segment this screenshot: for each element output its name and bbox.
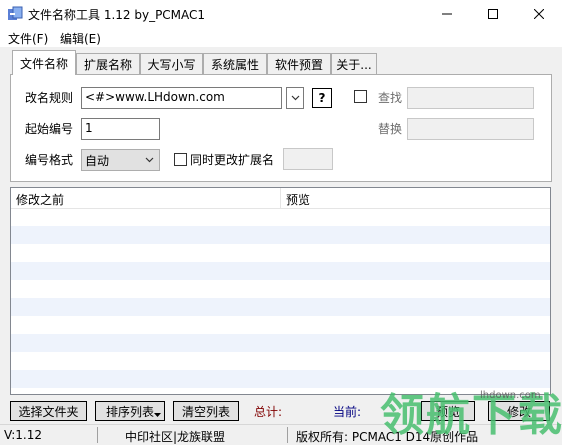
maximize-button[interactable]	[470, 0, 516, 28]
preview-button[interactable]: 预览	[421, 401, 475, 421]
number-format-select[interactable]: 自动	[81, 149, 160, 171]
file-list[interactable]: 修改之前 预览	[10, 187, 551, 395]
status-version: V:1.12	[4, 428, 42, 442]
status-bar: V:1.12 中印社区|龙族联盟 版权所有: PCMAC1 D14原创作品	[0, 424, 562, 444]
list-row	[11, 298, 550, 316]
minimize-icon	[442, 13, 452, 15]
minimize-button[interactable]	[424, 0, 470, 28]
caret-down-icon	[154, 413, 161, 417]
clear-list-button[interactable]: 清空列表	[173, 401, 239, 421]
status-separator	[287, 427, 288, 443]
tab-presets[interactable]: 软件预置	[267, 53, 331, 74]
tab-filename[interactable]: 文件名称	[12, 50, 76, 75]
tab-attributes[interactable]: 系统属性	[203, 53, 267, 74]
menu-edit[interactable]: 编辑(E)	[60, 30, 101, 47]
maximize-icon	[488, 9, 498, 19]
close-icon	[534, 9, 544, 19]
title-bar: 文件名称工具 1.12 by_PCMAC1	[0, 0, 562, 28]
chevron-down-icon	[145, 157, 154, 163]
list-row	[11, 226, 550, 244]
sync-extension-label: 同时更改扩展名	[190, 153, 275, 167]
status-copyright: 版权所有: PCMAC1 D14原创作品	[296, 430, 479, 444]
list-row	[11, 262, 550, 280]
status-community: 中印社区|龙族联盟	[125, 430, 226, 444]
sync-extension-checkbox[interactable]	[174, 153, 187, 166]
start-number-label: 起始编号	[25, 122, 74, 136]
list-header: 修改之前 预览	[11, 188, 550, 209]
number-format-label: 编号格式	[25, 153, 74, 167]
tab-case[interactable]: 大写小写	[140, 53, 203, 74]
window-title: 文件名称工具 1.12 by_PCMAC1	[28, 8, 206, 22]
tab-extension[interactable]: 扩展名称	[76, 53, 140, 74]
total-label: 总计:	[254, 405, 283, 419]
select-folder-button[interactable]: 选择文件夹	[10, 401, 87, 421]
chevron-down-icon	[291, 95, 299, 101]
sort-list-label: 排序列表	[105, 404, 154, 419]
rule-label: 改名规则	[25, 91, 74, 105]
column-before[interactable]: 修改之前	[16, 191, 64, 208]
number-format-value: 自动	[85, 154, 110, 168]
app-window: 文件名称工具 1.12 by_PCMAC1 文件(F) 编辑(E) 文件名称 扩…	[0, 0, 562, 444]
menu-file[interactable]: 文件(F)	[8, 30, 48, 47]
rename-rule-input[interactable]: <#>www.LHdown.com	[81, 87, 282, 109]
help-button[interactable]: ?	[312, 88, 332, 108]
replace-label: 替换	[378, 122, 403, 136]
app-icon	[7, 6, 23, 22]
list-row	[11, 370, 550, 388]
replace-input[interactable]	[407, 118, 534, 140]
find-input[interactable]	[407, 87, 534, 109]
list-row	[11, 334, 550, 352]
column-divider[interactable]	[280, 188, 281, 208]
find-checkbox[interactable]	[354, 90, 367, 103]
status-separator	[97, 427, 98, 443]
tab-about[interactable]: 关于...	[331, 53, 377, 74]
extension-input[interactable]	[283, 148, 333, 170]
start-number-input[interactable]: 1	[81, 118, 160, 140]
column-preview[interactable]: 预览	[286, 191, 310, 208]
sort-list-button[interactable]: 排序列表	[95, 401, 165, 421]
find-label: 查找	[378, 91, 403, 105]
rule-dropdown-button[interactable]	[286, 87, 304, 109]
close-button[interactable]	[516, 0, 562, 28]
modify-button[interactable]: 修改	[488, 401, 550, 421]
menu-bar: 文件(F) 编辑(E)	[0, 28, 562, 47]
current-label: 当前:	[333, 405, 362, 419]
